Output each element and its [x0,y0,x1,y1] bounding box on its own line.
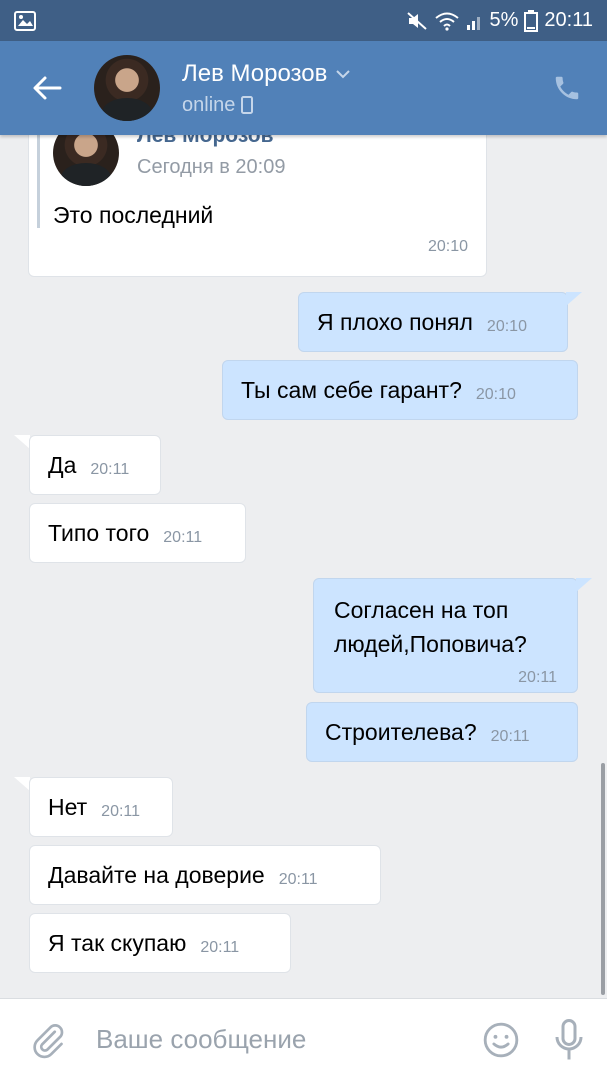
message-text: Я плохо понял [317,308,473,335]
avatar[interactable] [94,55,160,121]
bubble-tail [576,578,592,592]
online-status: online [182,93,236,116]
outgoing-message[interactable]: Согласен на топ людей,Поповича? 20:11 [313,578,578,693]
incoming-message[interactable]: Давайте на доверие 20:11 [29,845,381,905]
message-text-line-2: людей,Поповича? [334,631,527,657]
bubble-tail [14,777,30,791]
chat-header: Лев Морозов online [0,41,607,135]
message-text-line-1: Согласен на топ [334,597,509,623]
message-time: 20:11 [90,461,130,478]
scrollbar[interactable] [601,763,605,995]
microphone-icon [555,1018,583,1059]
bubble-tail [14,435,30,449]
message-text: Ты сам себе гарант? [241,376,462,403]
clock: 20:11 [544,9,593,31]
message-list[interactable]: Лев Морозов Сегодня в 20:09 Это последни… [0,135,607,998]
call-button[interactable] [527,41,607,135]
outgoing-message[interactable]: Строителева? 20:11 [306,702,578,762]
chat-title[interactable]: Лев Морозов online [182,60,527,117]
emoji-icon [483,1022,519,1057]
signal-icon [466,16,480,30]
message-text: Строителева? [325,718,477,745]
incoming-message[interactable]: Я так скупаю 20:11 [29,913,291,973]
chevron-down-icon [336,69,351,78]
incoming-message[interactable]: Нет 20:11 [29,777,173,837]
message-time: 20:11 [163,529,203,546]
message-text: Давайте на доверие [48,861,265,888]
back-button[interactable] [0,41,94,135]
message-time: 20:10 [427,238,468,255]
forwarded-message[interactable]: Лев Морозов Сегодня в 20:09 Это последни… [28,135,487,277]
call-icon [555,76,579,100]
forward-avatar[interactable] [53,135,119,186]
wifi-icon [434,12,459,31]
message-time: 20:11 [518,669,557,686]
attach-button[interactable] [0,1020,96,1060]
incoming-message[interactable]: Типо того 20:11 [29,503,246,563]
forward-text: Это последний [53,202,214,228]
phone-device-icon [241,96,254,114]
emoji-button[interactable] [471,1021,531,1059]
incoming-message[interactable]: Да 20:11 [29,435,161,495]
gallery-icon [14,10,36,31]
message-time: 20:11 [490,728,530,745]
message-composer: Ваше сообщение [0,998,607,1080]
message-time: 20:11 [200,939,240,956]
message-time: 20:10 [475,386,516,403]
message-text: Типо того [48,519,150,546]
message-input[interactable]: Ваше сообщение [96,1024,471,1055]
battery-percent: 5% [489,9,519,31]
status-bar: 5% 20:11 [0,0,607,41]
outgoing-message[interactable]: Я плохо понял 20:10 [298,292,568,352]
outgoing-message[interactable]: Ты сам себе гарант? 20:10 [222,360,578,420]
forward-quote-bar [37,135,40,228]
message-time: 20:10 [486,318,527,335]
message-text: Нет [48,793,88,820]
message-time: 20:11 [101,803,141,820]
message-text: Я так скупаю [48,929,187,956]
forward-sender-name[interactable]: Лев Морозов [137,135,274,148]
message-text: Да [48,451,77,478]
back-arrow-icon [33,76,62,100]
paperclip-icon [33,1023,64,1058]
battery-icon [524,9,539,32]
contact-name: Лев Морозов [182,59,328,87]
mute-icon [406,11,427,30]
bubble-tail [566,292,582,306]
message-time: 20:11 [278,871,318,888]
forward-date: Сегодня в 20:09 [137,156,286,178]
voice-record-button[interactable] [531,1018,607,1061]
